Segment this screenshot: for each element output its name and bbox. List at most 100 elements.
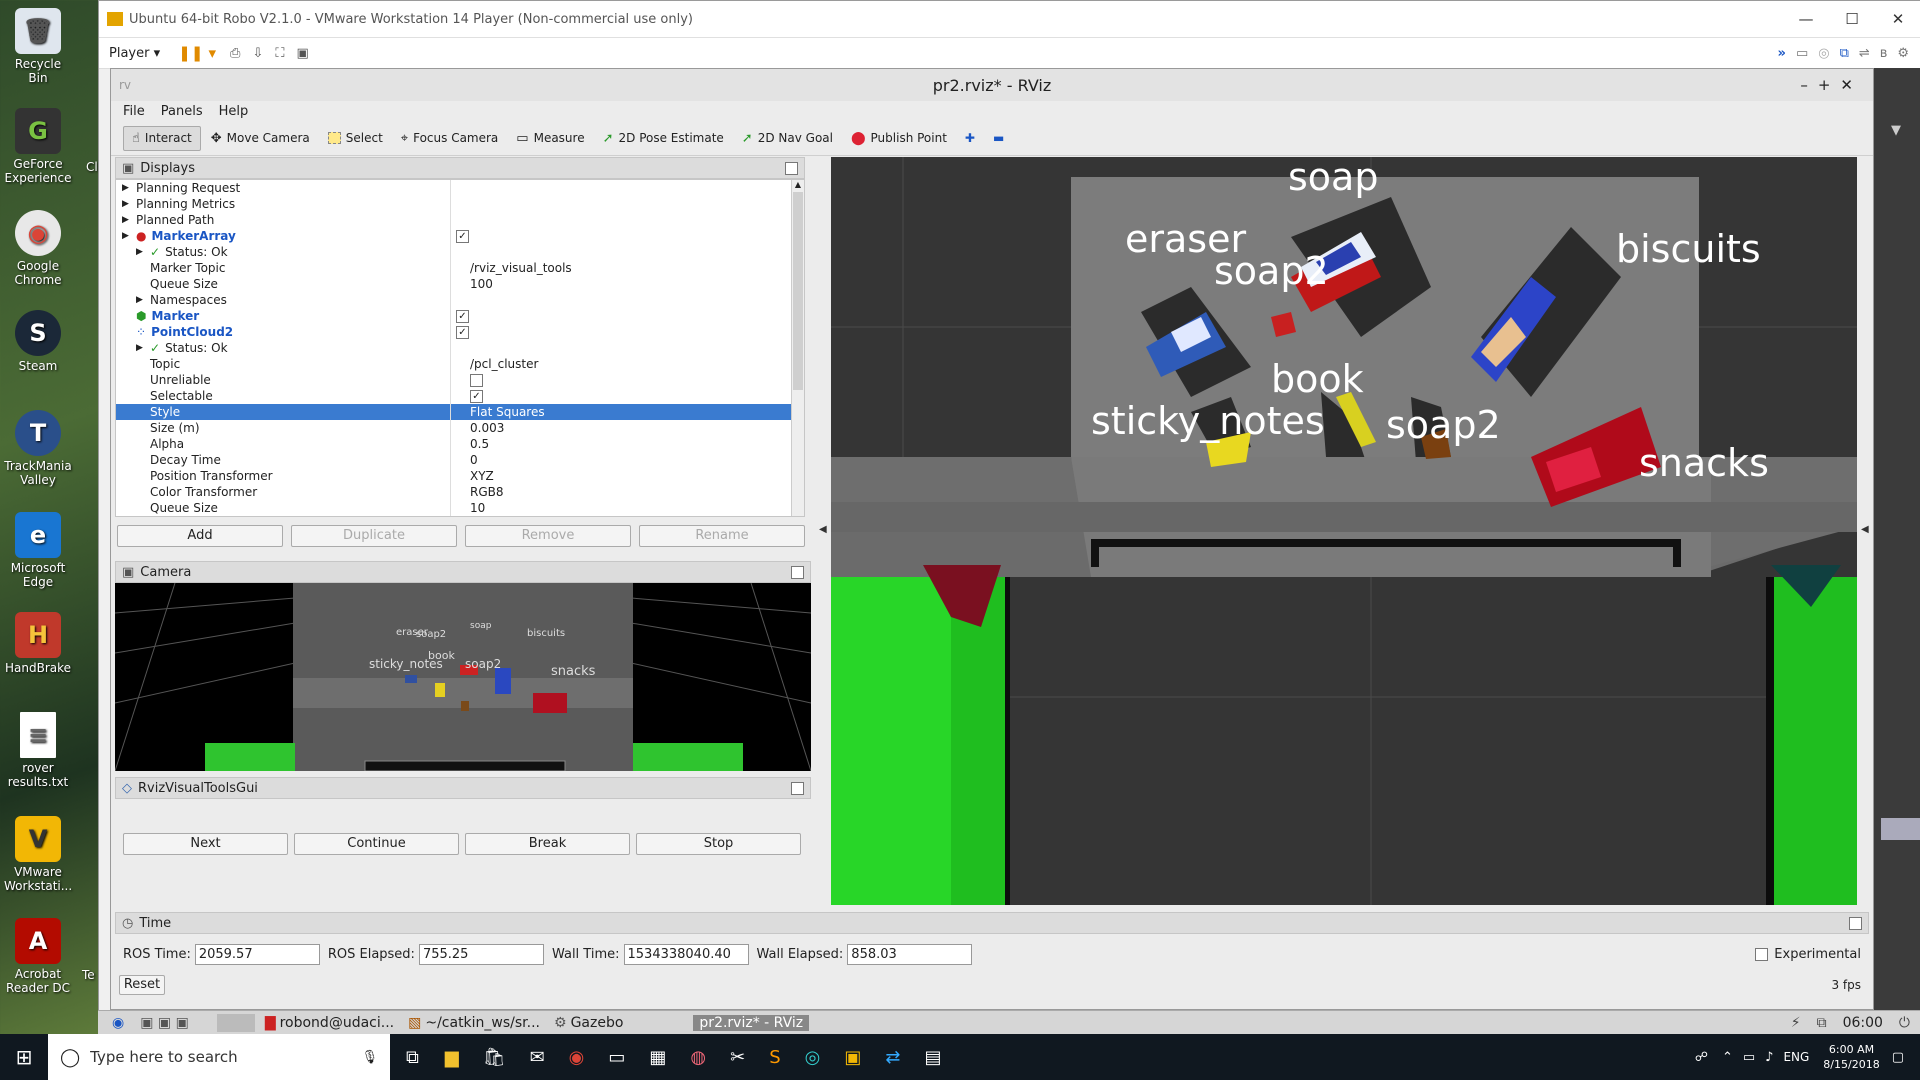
display-tree-row[interactable]: Unreliable	[116, 372, 804, 388]
tool-publish-point[interactable]: ⬤ Publish Point	[843, 127, 955, 150]
expand-arrow-icon[interactable]: ▶	[122, 183, 136, 193]
experimental-checkbox[interactable]	[1755, 948, 1769, 961]
display-tree-row[interactable]: Topic/pcl_cluster	[116, 356, 804, 372]
ros-elapsed-field[interactable]: 755.25	[418, 944, 544, 965]
windows-start-icon[interactable]: ⊞	[0, 1045, 48, 1069]
desktop-icon-steam[interactable]: S Steam	[4, 310, 72, 373]
removable-devices-icon[interactable]: ⇩	[252, 46, 263, 61]
property-checkbox[interactable]	[470, 373, 483, 387]
vmware-taskbar-icon[interactable]: ▣	[844, 1047, 861, 1068]
volume-icon[interactable]: ♪	[1765, 1050, 1773, 1065]
expand-arrow-icon[interactable]: ▶	[122, 215, 136, 225]
app2-icon[interactable]: ▤	[924, 1047, 941, 1068]
task-view-icon[interactable]: ⧉	[406, 1047, 419, 1068]
power-icon[interactable]: ⚡	[1791, 1015, 1801, 1031]
display-tree-row[interactable]: ▶ ✓ Status: Ok	[116, 244, 804, 260]
taskbar-item-terminal[interactable]: robond@udaci...	[280, 1015, 395, 1031]
minimize-icon[interactable]: —	[1783, 10, 1829, 28]
display-icon[interactable]: ⧉	[1817, 1015, 1827, 1031]
property-value[interactable]: 10	[470, 501, 485, 515]
fullscreen-icon[interactable]: ⛶	[275, 46, 284, 61]
display-tree-row[interactable]: ▶ ● MarkerArray ✓	[116, 228, 804, 244]
property-checkbox[interactable]: ✓	[456, 309, 469, 323]
desktop-icon-acrobat[interactable]: A Acrobat Reader DC	[4, 918, 72, 995]
display-tree-row[interactable]: Color Transformer RGB8	[116, 484, 804, 500]
tool-2d-nav-goal[interactable]: ➚ 2D Nav Goal	[734, 127, 841, 150]
maximize-icon[interactable]: ☐	[1829, 10, 1875, 28]
ros-time-field[interactable]: 2059.57	[194, 944, 320, 965]
expand-arrow-icon[interactable]: ▶	[122, 231, 136, 241]
power-button-icon[interactable]: ⏻	[1899, 1015, 1910, 1031]
window-thumb[interactable]	[216, 1014, 255, 1032]
desktop-icon-handbrake[interactable]: H HandBrake	[4, 612, 72, 675]
duplicate-button[interactable]: Duplicate	[291, 525, 457, 547]
mail-icon[interactable]: ✉	[530, 1047, 545, 1068]
expand-arrow-icon[interactable]: ▶	[136, 295, 150, 305]
add-button[interactable]: Add	[117, 525, 283, 547]
rename-button[interactable]: Rename	[639, 525, 805, 547]
property-value[interactable]: RGB8	[470, 485, 504, 499]
property-value[interactable]: Flat Squares	[470, 405, 545, 419]
desktop-icon-edge[interactable]: e Microsoft Edge	[4, 512, 72, 589]
property-value[interactable]: 0.003	[470, 421, 504, 435]
collapse-right-icon[interactable]: ◀	[1861, 524, 1869, 535]
property-value[interactable]: 100	[470, 277, 493, 291]
tool-select[interactable]: Select	[320, 127, 391, 149]
property-checkbox[interactable]: ✓	[456, 325, 469, 339]
upwork-icon[interactable]: ◎	[805, 1047, 821, 1068]
panel-float-checkbox[interactable]	[1849, 916, 1862, 930]
display-tree-row[interactable]: Queue Size 100	[116, 276, 804, 292]
calculator-icon[interactable]: ▦	[649, 1047, 666, 1068]
snipping-icon[interactable]: ✂	[730, 1047, 745, 1068]
unity-icon[interactable]: ▣	[296, 46, 308, 61]
wall-elapsed-field[interactable]: 858.03	[847, 944, 973, 965]
tool-measure[interactable]: ▭ Measure	[508, 127, 592, 150]
3d-view[interactable]: soap eraser soap2 biscuits book sticky_n…	[831, 157, 1857, 905]
display-tree-row[interactable]: Alpha 0.5	[116, 436, 804, 452]
break-button[interactable]: Break	[465, 833, 630, 855]
display-tree-row[interactable]: Size (m) 0.003	[116, 420, 804, 436]
app-icon[interactable]: ◍	[690, 1047, 706, 1068]
send-ctrl-alt-del-icon[interactable]: ⎙	[230, 46, 240, 61]
store-icon[interactable]: 🛍	[483, 1047, 506, 1068]
display-tree-row[interactable]: ▶ Planning Request	[116, 180, 804, 196]
desktop-icon-geforce[interactable]: G GeForce Experience	[4, 108, 72, 185]
scroll-up-icon[interactable]: ▲	[792, 180, 804, 190]
property-checkbox[interactable]: ✓	[470, 389, 483, 403]
language-indicator[interactable]: ENG	[1783, 1050, 1809, 1064]
expand-arrow-icon[interactable]: ▶	[122, 199, 136, 209]
reset-button[interactable]: Reset	[119, 975, 165, 995]
tool-focus-camera[interactable]: ⌖ Focus Camera	[393, 127, 507, 150]
file-explorer-icon[interactable]: ▆	[445, 1047, 459, 1068]
panel-float-checkbox[interactable]	[791, 781, 804, 795]
sublime-icon[interactable]: S	[769, 1047, 780, 1068]
player-menu[interactable]: Player ▾	[109, 46, 160, 61]
microphone-icon[interactable]: 🎙	[361, 1050, 378, 1065]
tool-2d-pose-estimate[interactable]: ➚ 2D Pose Estimate	[595, 127, 732, 150]
notifications-icon[interactable]: ▢	[1892, 1050, 1904, 1065]
desktop-icon-recycle-bin[interactable]: 🗑 Recycle Bin	[4, 8, 72, 85]
desktop-icon-rover-results[interactable]: ≡ rover results.txt	[4, 712, 72, 789]
taskbar-item-editor[interactable]: ~/catkin_ws/sr...	[425, 1015, 540, 1031]
network-tray-icon[interactable]: ▭	[1743, 1050, 1755, 1065]
rviz-window-controls[interactable]: –+✕	[1800, 76, 1863, 94]
panel-float-checkbox[interactable]	[785, 161, 798, 175]
settings-icon[interactable]: ⚙	[1897, 46, 1909, 61]
stop-button[interactable]: Stop	[636, 833, 801, 855]
tray-chevron-icon[interactable]: ⌃	[1722, 1050, 1733, 1065]
menu-help[interactable]: Help	[219, 104, 249, 119]
launcher-icon[interactable]: ◉	[112, 1015, 124, 1031]
desktop-icon-vmware[interactable]: V VMware Workstati...	[4, 816, 72, 893]
scroll-thumb[interactable]	[793, 192, 803, 390]
panel-float-checkbox[interactable]	[791, 565, 804, 579]
display-tree-row[interactable]: ▶ Namespaces	[116, 292, 804, 308]
expand-arrow-icon[interactable]: ▶	[136, 343, 150, 353]
tool-move-camera[interactable]: ✥ Move Camera	[203, 127, 318, 150]
property-value[interactable]: 0	[470, 453, 478, 467]
display-tree-row[interactable]: ⁘ PointCloud2 ✓	[116, 324, 804, 340]
property-value[interactable]: 0.5	[470, 437, 489, 451]
expand-arrow-icon[interactable]: ▶	[136, 247, 150, 257]
menu-file[interactable]: File	[123, 104, 145, 119]
display-tree-row[interactable]: ▶ ✓ Status: Ok	[116, 340, 804, 356]
teamviewer-icon[interactable]: ⇄	[885, 1047, 900, 1068]
